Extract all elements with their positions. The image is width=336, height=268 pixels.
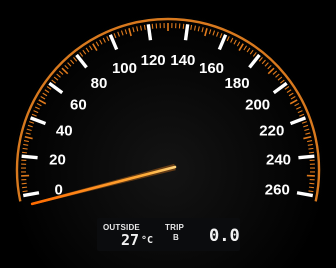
minor-tick — [308, 190, 314, 193]
speed-label-80: 80 — [91, 75, 108, 92]
speed-label-180: 180 — [225, 75, 250, 92]
speed-label-60: 60 — [70, 97, 87, 114]
speed-label-160: 160 — [199, 60, 224, 77]
trip-label: TRIP — [165, 223, 185, 232]
minor-tick — [22, 151, 28, 154]
minor-tick — [22, 147, 28, 150]
minor-tick — [151, 23, 154, 29]
speed-label-40: 40 — [56, 123, 73, 140]
speed-label-120: 120 — [141, 52, 166, 69]
speed-label-240: 240 — [266, 152, 291, 169]
major-tick — [21, 154, 38, 160]
minor-tick — [308, 147, 314, 150]
lcd-display: OUTSIDE 27 °C TRIP B 0.0 — [97, 218, 240, 251]
speed-label-20: 20 — [49, 152, 66, 169]
minor-tick — [308, 186, 314, 189]
minor-tick — [22, 190, 28, 193]
minor-tick — [22, 186, 28, 189]
trip-id: B — [173, 233, 179, 242]
minor-tick — [308, 151, 314, 154]
major-tick — [183, 24, 190, 41]
speed-label-200: 200 — [245, 97, 270, 114]
outside-temp-value: 27 — [121, 231, 140, 249]
trip-value: 0.0 — [209, 226, 240, 246]
outside-temp-unit: °C — [141, 235, 154, 246]
speed-label-260: 260 — [265, 181, 290, 198]
speed-label-220: 220 — [259, 123, 284, 140]
speed-label-140: 140 — [170, 52, 195, 69]
minor-tick — [182, 23, 185, 29]
major-tick — [146, 24, 153, 41]
instrument-cluster: 0 20 40 60 80 100 120 140 160 180 200 220 240 260 OUT… — [0, 0, 336, 268]
speed-label-100: 100 — [112, 60, 137, 77]
major-tick — [298, 154, 315, 160]
